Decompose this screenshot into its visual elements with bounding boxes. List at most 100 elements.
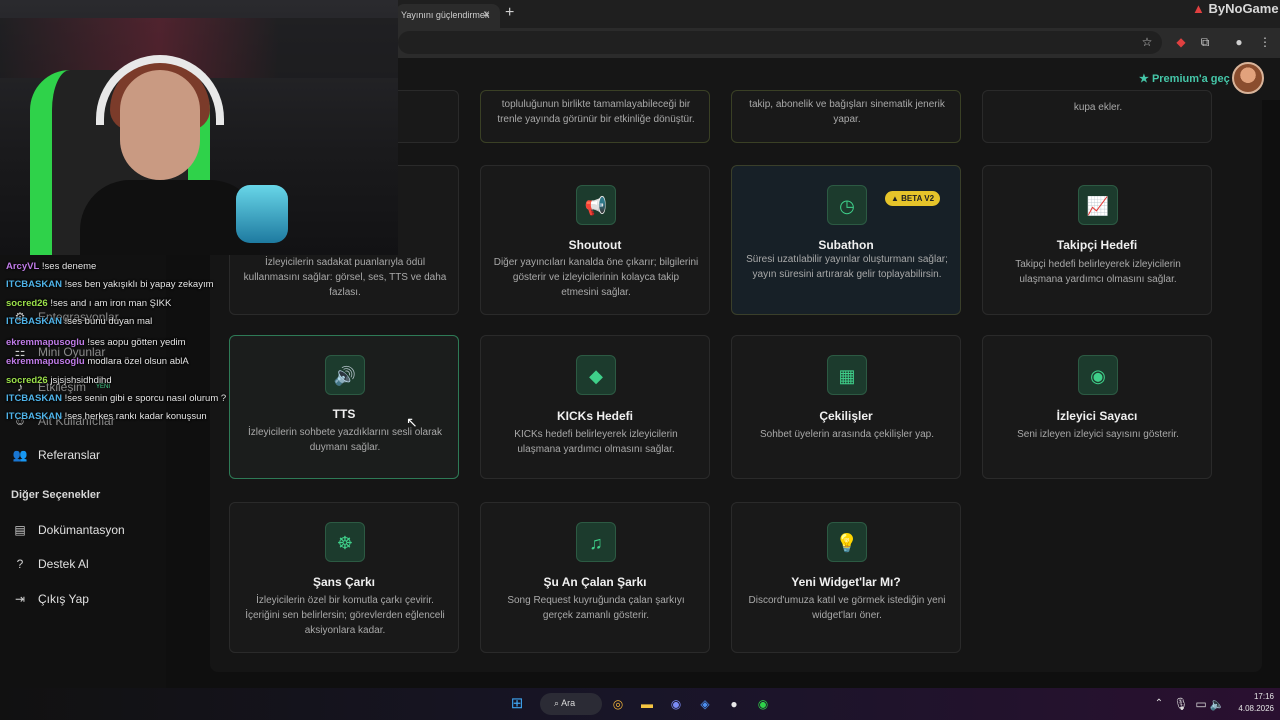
address-bar[interactable] [398,31,1162,54]
chat-user: ArcyVL [6,261,40,272]
sidebar-item-label: Referanslar [38,448,101,462]
card-description: Süresi uzatılabilir yayınlar oluşturmanı… [746,254,948,280]
taskbar-search[interactable]: ⌕ Ara [540,693,602,715]
card-description: İzleyicilerin sadakat puanlarıyla ödül k… [243,257,447,298]
chat-user: ITCBASKAN [6,411,62,422]
card-description: kupa ekler. [1073,102,1123,113]
sidebar-item-label: Çıkış Yap [38,592,89,606]
widget-card-giveaways[interactable]: ▦ Çekilişler Sohbet üyelerin arasında çe… [731,335,961,479]
clock-icon: ◷ [827,185,867,225]
lightbulb-icon: 💡 [827,522,867,562]
app-icon[interactable]: ◈ [696,695,714,713]
widget-card-now-playing[interactable]: ♫ Şu An Çalan Şarkı Song Request kuyruğu… [480,502,710,653]
premium-label: Premium'a geç [1151,73,1230,85]
speaker-icon: 🔊 [325,355,365,395]
chat-message: ArcyVL !ses deneme [6,261,96,272]
cursor-icon: ↖ [406,414,418,430]
card-description: Song Request kuyruğunda çalan şarkıyı ge… [507,595,685,621]
extension-icon[interactable]: ◆ [1172,33,1190,51]
microphone-tray-icon[interactable]: 🎙 [1172,695,1190,713]
help-icon: ? [16,557,24,571]
extensions-puzzle-icon[interactable]: ⧉ [1196,33,1214,51]
discord-icon[interactable]: ◉ [667,695,685,713]
windows-start-icon[interactable]: ⊞ [508,695,526,713]
chat-message: socred26 !ses and ı am iron man ŞIKK [6,298,171,309]
clock-time: 17:16 [1253,692,1274,701]
file-explorer-icon[interactable]: ▬ [638,695,656,713]
eye-icon: ◉ [1078,355,1118,395]
chevron-up-icon[interactable]: ⌃ [1150,695,1168,713]
card-description: KICKs hedefi belirleyerek izleyicilerin … [514,429,678,455]
widget-card[interactable]: takip, abonelik ve bağışları sinematik j… [731,90,961,143]
widget-card-viewer-counter[interactable]: ◉ İzleyici Sayacı Seni izleyen izleyici … [982,335,1212,479]
obs-icon[interactable]: ● [725,695,743,713]
sidebar-item-docs[interactable]: ▤ Dokümantasyon [12,523,125,537]
sidebar-section-title: Diğer Seçenekler [11,489,101,501]
card-description: Takipçi hedefi belirleyerek izleyicileri… [1015,259,1181,285]
gift-box-icon: ▦ [827,355,867,395]
lock-icon: ▲ [891,194,899,203]
sidebar-item-label: Dokümantasyon [38,523,125,537]
tab-title: Yayınını güçlendirmek [401,10,490,20]
widget-card-follower-goal[interactable]: 📈 Takipçi Hedefi Takipçi hedefi belirley… [982,165,1212,315]
document-icon: ▤ [14,523,26,537]
volume-icon[interactable]: 🔈 [1208,695,1226,713]
card-description: takip, abonelik ve bağışları sinematik j… [749,99,945,125]
chat-message: ITCBASKAN !ses senin gibi e sporcu nasıl… [6,393,226,404]
card-description: Discord'umuza katıl ve görmek istediğin … [748,595,946,621]
chat-message: ITCBASKAN !ses ben yakışıklı bi yapay ze… [6,279,214,290]
avatar[interactable] [1232,62,1264,94]
widget-card[interactable]: kupa ekler. [982,90,1212,143]
chart-icon: 📈 [1078,185,1118,225]
brand-logo: ▲ ByNoGame [1192,1,1279,16]
sidebar-item-references[interactable]: 👥 Referanslar [12,448,101,462]
brand-mark-icon: ▲ [1192,1,1205,16]
card-description: Seni izleyen izleyici sayısını gösterir. [1017,429,1179,440]
chat-text: !ses senin gibi e sporcu nasıl olurum ? [64,393,227,404]
tab-close-icon[interactable]: × [483,7,490,21]
taskbar-clock[interactable]: 17:16 4.08.2026 [1228,691,1274,715]
webcam-overlay [0,0,398,255]
card-description: Sohbet üyelerin arasında çekilişler yap. [760,429,934,440]
chat-message: ekremmapusoglu modlara özel olsun ablA [6,356,189,367]
card-title: Shoutout [568,238,622,252]
widget-card-tts[interactable]: 🔊 TTS İzleyicilerin sohbete yazdıklarını… [229,335,459,479]
beta-badge-label: BETA V2 [901,194,935,203]
widget-card-shoutout[interactable]: 📢 Shoutout Diğer yayıncıları kanalda öne… [480,165,710,315]
chat-message: ITCBASKAN !ses bunu duyan mal [6,316,152,327]
music-note-icon: ♫ [576,522,616,562]
premium-button[interactable]: ★ Premium'a geç [1139,72,1230,85]
search-icon: ⌕ [554,698,560,708]
bookmark-star-icon[interactable]: ☆ [1138,33,1156,51]
microphone-icon [236,185,288,243]
widget-card-wheel[interactable]: ☸ Şans Çarkı İzleyicilerin özel bir komu… [229,502,459,653]
card-description: İzleyicilerin özel bir komutla çarkı çev… [245,595,445,636]
chat-message: ITCBASKAN !ses herkes rankı kadar konuşs… [6,411,207,422]
profile-icon[interactable]: ● [1230,33,1248,51]
chat-user: ekremmapusoglu [6,337,85,348]
sidebar-item-logout[interactable]: ⇥ Çıkış Yap [12,592,89,606]
chat-user: socred26 [6,375,48,386]
megaphone-icon: 📢 [576,185,616,225]
spotify-icon[interactable]: ◉ [754,695,772,713]
chat-user: ekremmapusoglu [6,356,85,367]
logout-icon: ⇥ [14,592,26,606]
card-title: Subathon [818,238,874,252]
chat-text: !ses deneme [41,261,97,272]
chat-text: !ses ben yakışıklı bi yapay zekayım [64,279,214,290]
chat-text: !ses aopu götten yedim [87,337,186,348]
card-description: Diğer yayıncıları kanalda öne çıkarır; b… [493,257,699,298]
chat-user: ITCBASKAN [6,393,62,404]
widget-card-new-widgets[interactable]: 💡 Yeni Widget'lar Mı? Discord'umuza katı… [731,502,961,653]
widget-card-subathon[interactable]: ◷ ▲ BETA V2 Subathon Süresi uzatılabilir… [731,165,961,315]
card-title: Şu An Çalan Şarkı [543,575,647,589]
card-title: Çekilişler [819,409,873,423]
chat-text: jsjsjshsidhdihd [50,375,112,386]
new-tab-button[interactable]: + [505,4,514,22]
widget-card-kicks-goal[interactable]: ◆ KICKs Hedefi KICKs hedefi belirleyerek… [480,335,710,479]
widget-card[interactable]: topluluğunun birlikte tamamlayabileceği … [480,90,710,143]
menu-kebab-icon[interactable]: ⋮ [1256,33,1274,51]
sidebar-item-support[interactable]: ? Destek Al [12,557,89,571]
chrome-icon[interactable]: ◎ [609,695,627,713]
star-icon: ★ [1139,73,1149,85]
